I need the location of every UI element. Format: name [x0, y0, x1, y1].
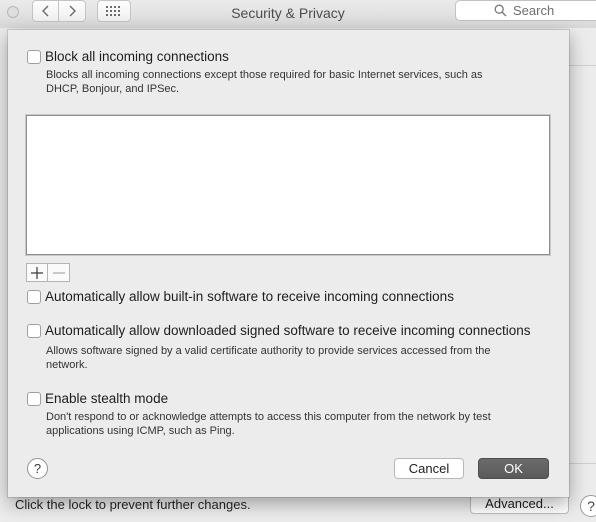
remove-app-button[interactable] — [48, 263, 70, 282]
ok-button[interactable]: OK — [478, 458, 549, 479]
help-button-background[interactable]: ? — [580, 495, 596, 517]
search-icon — [494, 4, 507, 17]
minus-icon — [52, 271, 65, 274]
stealth-mode-description-line1: Don't respond to or acknowledge attempts… — [46, 411, 491, 423]
search-placeholder: Search — [513, 3, 555, 18]
block-all-description-line2: DHCP, Bonjour, and IPSec. — [46, 83, 180, 95]
firewall-options-sheet: Block all incoming connections Blocks al… — [8, 30, 569, 497]
add-remove-controls — [26, 263, 70, 282]
back-button[interactable] — [32, 0, 59, 22]
grid-icon — [106, 6, 120, 16]
block-all-description-line1: Blocks all incoming connections except t… — [46, 69, 483, 81]
divider — [569, 65, 596, 66]
block-all-checkbox[interactable] — [27, 50, 41, 64]
forward-button[interactable] — [59, 0, 86, 22]
allow-signed-label[interactable]: Automatically allow downloaded signed so… — [45, 323, 531, 338]
allow-signed-checkbox[interactable] — [27, 324, 41, 338]
allow-builtin-label[interactable]: Automatically allow built-in software to… — [45, 289, 454, 304]
plus-icon — [31, 266, 43, 279]
add-app-button[interactable] — [26, 263, 48, 282]
window-toolbar: Security & Privacy Search — [0, 0, 596, 28]
allow-builtin-checkbox[interactable] — [27, 290, 41, 304]
stealth-mode-description-line2: applications using ICMP, such as Ping. — [46, 425, 235, 437]
cancel-button[interactable]: Cancel — [394, 458, 464, 479]
search-field[interactable]: Search — [455, 0, 596, 21]
divider — [569, 463, 596, 464]
block-all-label[interactable]: Block all incoming connections — [45, 49, 229, 64]
application-list[interactable] — [26, 115, 550, 255]
chevron-right-icon — [69, 5, 76, 17]
show-all-button[interactable] — [97, 0, 131, 22]
stealth-mode-label[interactable]: Enable stealth mode — [45, 391, 168, 406]
allow-signed-description-line2: network. — [46, 359, 88, 371]
window-title: Security & Privacy — [231, 5, 345, 21]
close-window-button[interactable] — [7, 6, 19, 18]
lock-status-text: Click the lock to prevent further change… — [15, 497, 251, 512]
allow-signed-description-line1: Allows software signed by a valid certif… — [46, 345, 491, 357]
help-button[interactable]: ? — [27, 458, 48, 479]
chevron-left-icon — [41, 5, 48, 17]
stealth-mode-checkbox[interactable] — [27, 392, 41, 406]
